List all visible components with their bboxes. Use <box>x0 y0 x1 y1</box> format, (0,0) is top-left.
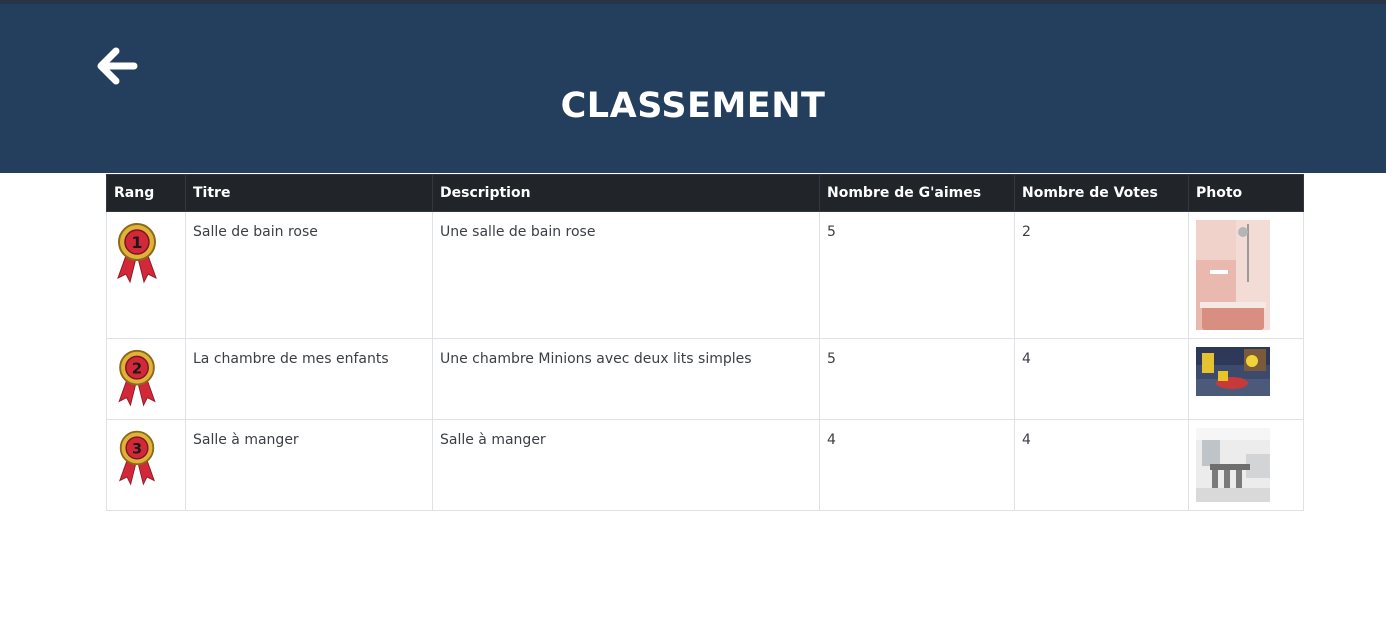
rank-cell: 1 <box>106 211 186 339</box>
table-row: 1 Salle de bain rose Une salle de bain r… <box>106 211 1304 339</box>
photo-cell <box>1188 419 1304 511</box>
photo-cell <box>1188 338 1304 420</box>
rank-cell: 3 <box>106 419 186 511</box>
table-row: 2 La chambre de mes enfants Une chambre … <box>106 338 1304 420</box>
kids-bedroom-photo[interactable] <box>1196 347 1270 396</box>
rank-cell: 2 <box>106 338 186 420</box>
photo-cell <box>1188 211 1304 339</box>
description-cell: Une salle de bain rose <box>432 211 820 339</box>
column-header-title: Titre <box>185 174 433 212</box>
page-title: CLASSEMENT <box>560 86 826 126</box>
medal-1-icon: 1 <box>117 223 157 284</box>
table-row: 3 Salle à manger Salle à manger 4 4 <box>106 419 1304 511</box>
column-header-photo: Photo <box>1188 174 1304 212</box>
likes-cell: 5 <box>819 211 1015 339</box>
column-header-description: Description <box>432 174 820 212</box>
page-header: CLASSEMENT <box>0 4 1386 173</box>
column-header-votes: Nombre de Votes <box>1014 174 1189 212</box>
column-header-rank: Rang <box>106 174 186 212</box>
medal-number: 1 <box>131 233 142 252</box>
votes-cell: 4 <box>1014 338 1189 420</box>
votes-cell: 4 <box>1014 419 1189 511</box>
back-button[interactable] <box>92 44 140 88</box>
likes-cell: 4 <box>819 419 1015 511</box>
title-cell: La chambre de mes enfants <box>185 338 433 420</box>
description-cell: Salle à manger <box>432 419 820 511</box>
dining-room-photo[interactable] <box>1196 428 1270 502</box>
description-cell: Une chambre Minions avec deux lits simpl… <box>432 338 820 420</box>
medal-3-icon: 3 <box>118 430 156 486</box>
votes-cell: 2 <box>1014 211 1189 339</box>
medal-number: 3 <box>132 441 142 457</box>
medal-2-icon: 2 <box>118 349 156 407</box>
table-header-row: Rang Titre Description Nombre de G'aimes… <box>106 174 1304 212</box>
column-header-likes: Nombre de G'aimes <box>819 174 1015 212</box>
arrow-left-icon <box>97 47 138 85</box>
title-cell: Salle à manger <box>185 419 433 511</box>
ranking-table: Rang Titre Description Nombre de G'aimes… <box>106 174 1304 511</box>
title-cell: Salle de bain rose <box>185 211 433 339</box>
likes-cell: 5 <box>819 338 1015 420</box>
bathroom-photo[interactable] <box>1196 220 1270 330</box>
medal-number: 2 <box>132 359 142 377</box>
